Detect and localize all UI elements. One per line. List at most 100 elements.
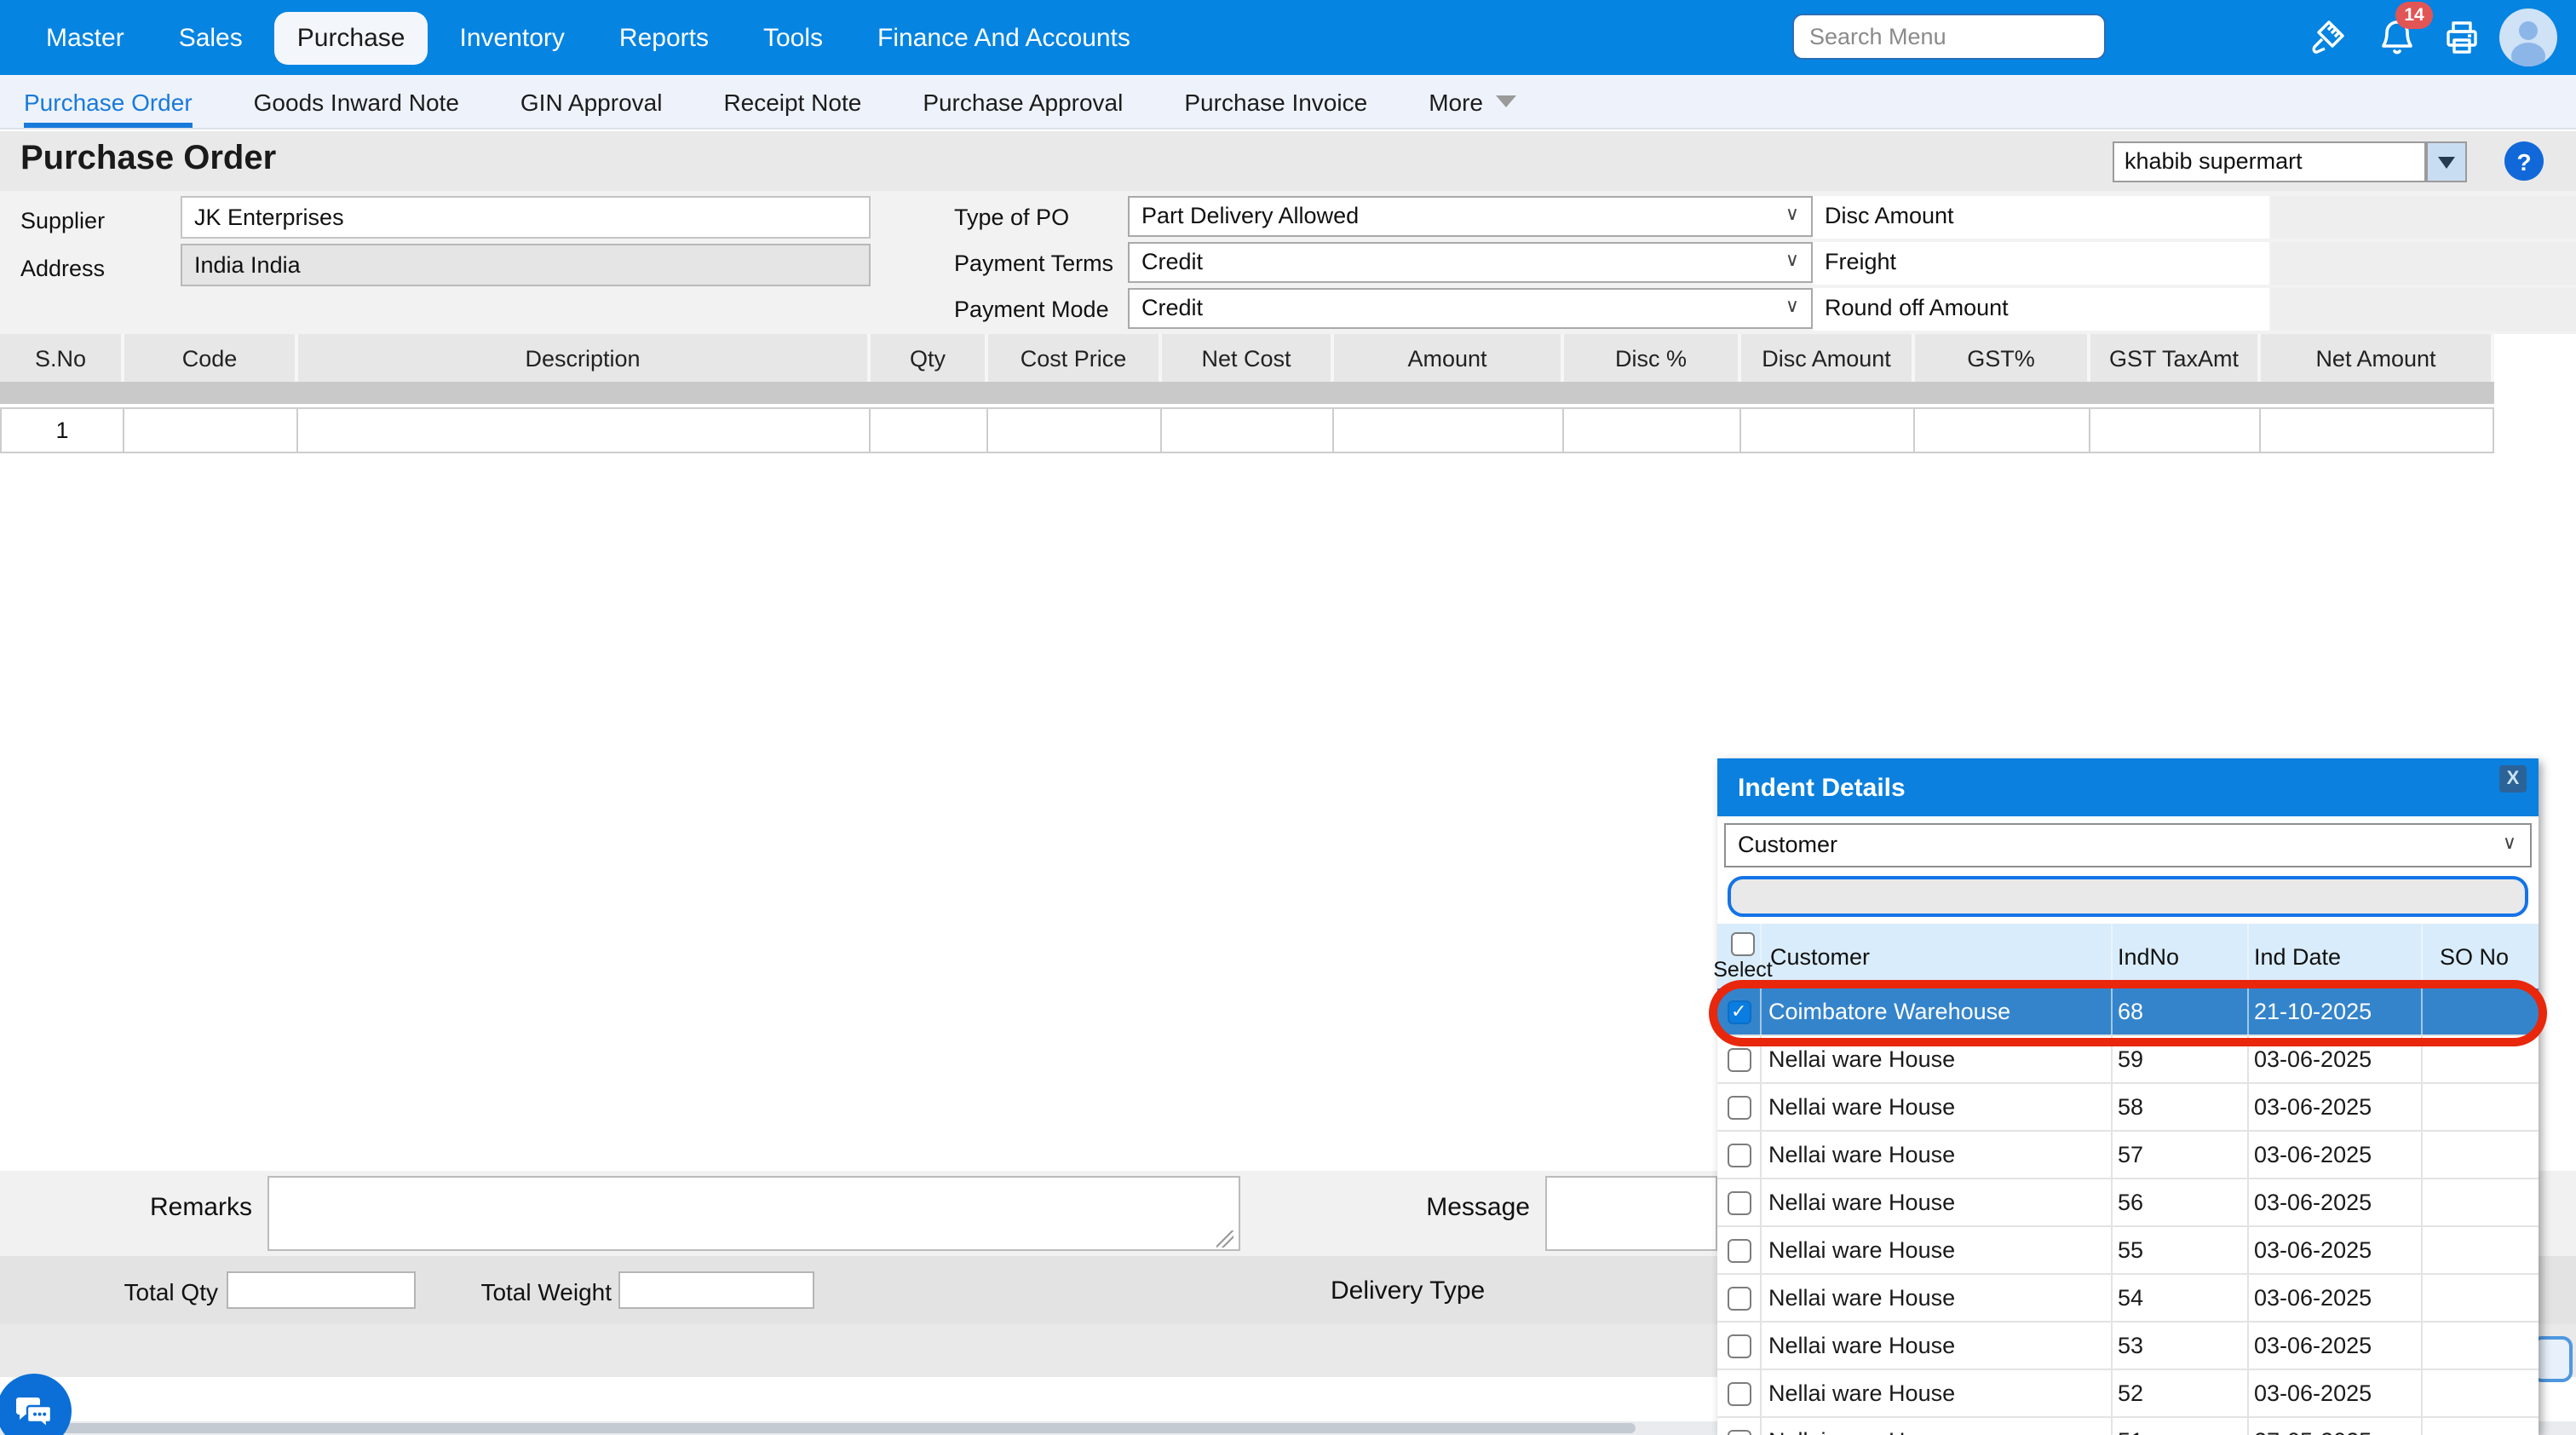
- row1-net-amount-cell[interactable]: [2261, 407, 2494, 453]
- message-box[interactable]: [1545, 1176, 1717, 1251]
- payment-terms-select[interactable]: Credit ∨: [1128, 242, 1813, 283]
- notifications-bell-icon[interactable]: 14: [2372, 12, 2423, 63]
- indent-row-57[interactable]: Nellai ware House5703-06-2025: [1717, 1132, 2539, 1179]
- row-checkbox[interactable]: [1727, 1381, 1751, 1405]
- tab-more[interactable]: More: [1429, 75, 1515, 128]
- topnav-item-finance-and-accounts[interactable]: Finance And Accounts: [855, 11, 1153, 64]
- row1-qty-cell[interactable]: [871, 407, 988, 453]
- indent-row-so-no-cell: [2423, 1036, 2539, 1082]
- popup-filter-type-select[interactable]: Customer ∨: [1724, 823, 2532, 867]
- top-nav-items: MasterSalesPurchaseInventoryReportsTools…: [24, 11, 1153, 64]
- items-col-s-no: S.No: [0, 334, 124, 382]
- row1-net-cost-cell[interactable]: [1162, 407, 1334, 453]
- indent-row-so-no-cell: [2423, 1132, 2539, 1178]
- popup-col-indno: IndNo: [2113, 924, 2249, 988]
- theme-brush-icon[interactable]: [2302, 12, 2353, 63]
- row-checkbox[interactable]: [1727, 1190, 1751, 1214]
- print-icon[interactable]: [2436, 12, 2487, 63]
- indent-row-59[interactable]: Nellai ware House5903-06-2025: [1717, 1036, 2539, 1084]
- tab-goods-inward-note[interactable]: Goods Inward Note: [254, 75, 459, 128]
- indent-row-customer-cell: Nellai ware House: [1762, 1275, 2113, 1321]
- row-checkbox[interactable]: [1727, 1334, 1751, 1357]
- row-checkbox[interactable]: [1727, 1095, 1751, 1119]
- indent-row-ind-date-cell: 03-06-2025: [2249, 1179, 2423, 1225]
- row1-gst-taxamt-cell[interactable]: [2090, 407, 2261, 453]
- title-bar: Purchase Order khabib supermart ?: [0, 131, 2576, 191]
- total-qty-input[interactable]: [227, 1271, 416, 1309]
- help-icon[interactable]: ?: [2504, 141, 2544, 181]
- notification-count-badge: 14: [2395, 2, 2433, 29]
- row1-cost-price-cell[interactable]: [988, 407, 1162, 453]
- indent-row-68[interactable]: Coimbatore Warehouse6821-10-2025: [1717, 988, 2539, 1036]
- company-selector-dropdown-button[interactable]: [2426, 141, 2467, 182]
- topnav-item-tools[interactable]: Tools: [741, 11, 845, 64]
- tab-purchase-invoice[interactable]: Purchase Invoice: [1184, 75, 1367, 128]
- indent-row-customer-cell: Nellai ware House: [1762, 1179, 2113, 1225]
- tab-purchase-order[interactable]: Purchase Order: [24, 75, 193, 128]
- row1-disc-amount-cell[interactable]: [1741, 407, 1915, 453]
- chevron-down-icon: ∨: [1785, 295, 1799, 317]
- items-col-gst-taxamt: GST TaxAmt: [2090, 334, 2261, 382]
- total-weight-input[interactable]: [618, 1271, 814, 1309]
- select-all-checkbox[interactable]: [1731, 931, 1755, 955]
- row1-gst-cell[interactable]: [1915, 407, 2090, 453]
- row-checkbox-checked[interactable]: [1727, 1000, 1751, 1023]
- user-avatar[interactable]: [2499, 9, 2557, 66]
- supplier-input[interactable]: [181, 196, 871, 239]
- indent-row-55[interactable]: Nellai ware House5503-06-2025: [1717, 1227, 2539, 1275]
- indent-row-so-no-cell: [2423, 1370, 2539, 1416]
- indent-row-58[interactable]: Nellai ware House5803-06-2025: [1717, 1084, 2539, 1132]
- close-icon[interactable]: X: [2499, 765, 2527, 792]
- row1-disc-cell[interactable]: [1564, 407, 1741, 453]
- indent-row-54[interactable]: Nellai ware House5403-06-2025: [1717, 1275, 2539, 1323]
- indent-row-52[interactable]: Nellai ware House5203-06-2025: [1717, 1370, 2539, 1418]
- topnav-item-reports[interactable]: Reports: [597, 11, 731, 64]
- topnav-item-purchase[interactable]: Purchase: [275, 11, 428, 64]
- items-col-description: Description: [298, 334, 871, 382]
- popup-col-inddate: Ind Date: [2249, 924, 2423, 988]
- row-checkbox[interactable]: [1727, 1429, 1751, 1435]
- address-value: India India: [181, 244, 871, 286]
- type-of-po-select[interactable]: Part Delivery Allowed ∨: [1128, 196, 1813, 237]
- popup-filter-input[interactable]: [1728, 876, 2528, 917]
- tab-gin-approval[interactable]: GIN Approval: [520, 75, 663, 128]
- topnav-item-inventory[interactable]: Inventory: [438, 11, 587, 64]
- popup-table-header: Select Customer IndNo Ind Date SO No: [1717, 924, 2539, 988]
- dropdown-arrow-icon: [2438, 156, 2455, 168]
- row-checkbox[interactable]: [1727, 1286, 1751, 1310]
- indent-row-53[interactable]: Nellai ware House5303-06-2025: [1717, 1323, 2539, 1370]
- tab-receipt-note[interactable]: Receipt Note: [723, 75, 861, 128]
- payment-mode-select[interactable]: Credit ∨: [1128, 288, 1813, 329]
- popup-title-bar[interactable]: Indent Details X: [1717, 758, 2539, 816]
- indent-row-customer-cell: Coimbatore Warehouse: [1762, 988, 2113, 1034]
- indent-row-51[interactable]: Nellai ware House5127-05-2025: [1717, 1418, 2539, 1435]
- items-table-row-1: 1: [0, 407, 2494, 453]
- row-checkbox[interactable]: [1727, 1047, 1751, 1071]
- indent-row-ind-date-cell: 03-06-2025: [2249, 1275, 2423, 1321]
- row-checkbox[interactable]: [1727, 1143, 1751, 1167]
- row1-code-cell[interactable]: [124, 407, 298, 453]
- indent-row-select-cell: [1717, 1418, 1762, 1435]
- scrollbar-thumb[interactable]: [51, 1423, 1636, 1433]
- search-input[interactable]: [1792, 14, 2106, 60]
- tab-purchase-approval[interactable]: Purchase Approval: [923, 75, 1123, 128]
- freight-field[interactable]: [2271, 242, 2576, 285]
- row-checkbox[interactable]: [1727, 1238, 1751, 1262]
- textarea-resize-grip[interactable]: [1216, 1230, 1233, 1248]
- row1-description-cell[interactable]: [298, 407, 871, 453]
- topnav-item-sales[interactable]: Sales: [157, 11, 265, 64]
- indent-row-select-cell: [1717, 1275, 1762, 1321]
- row1-amount-cell[interactable]: [1334, 407, 1564, 453]
- indent-row-56[interactable]: Nellai ware House5603-06-2025: [1717, 1179, 2539, 1227]
- disc-amount-field[interactable]: [2271, 196, 2576, 239]
- indent-row-ind-no-cell: 56: [2113, 1179, 2249, 1225]
- topnav-item-master[interactable]: Master: [24, 11, 147, 64]
- chat-icon[interactable]: [0, 1374, 72, 1435]
- popup-col-sono: SO No: [2423, 924, 2539, 988]
- payment-mode-label: Payment Mode: [954, 297, 1109, 322]
- popup-filter-type-value: Customer: [1738, 832, 1837, 857]
- remarks-textarea[interactable]: [267, 1176, 1240, 1251]
- company-selector-field[interactable]: khabib supermart: [2113, 141, 2426, 182]
- indent-row-so-no-cell: [2423, 1179, 2539, 1225]
- round-off-amount-field[interactable]: [2271, 288, 2576, 331]
